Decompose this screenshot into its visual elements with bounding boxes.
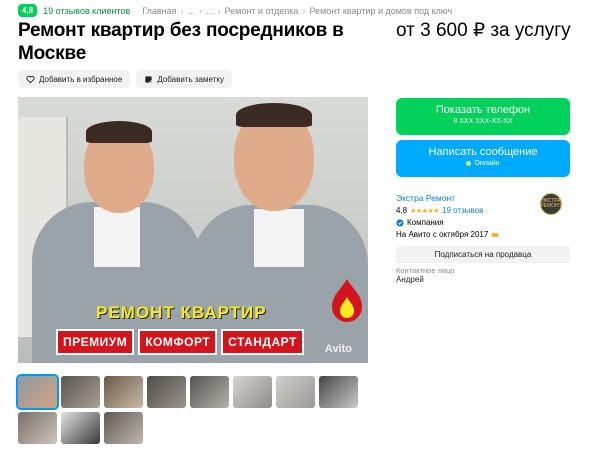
add-note-button[interactable]: Добавить заметку: [136, 70, 232, 88]
seller-info: Экстра Ремонт 4,8 ★★★★★ 19 отзывов Компа…: [396, 193, 570, 239]
contact-person-name: Андрей: [396, 275, 424, 284]
main-photo[interactable]: РЕМОНТ КВАРТИР ПРЕМИУМ КОМФОРТ СТАНДАРТ …: [18, 97, 368, 363]
note-icon: [145, 75, 153, 83]
listing-price: от 3 600 ₽ за услугу: [396, 20, 571, 41]
thumbnail[interactable]: [18, 412, 57, 444]
listing-title: Ремонт квартир без посредников в Москве: [18, 20, 344, 64]
photo-caption: РЕМОНТ КВАРТИР: [96, 303, 267, 322]
write-message-label: Написать сообщение: [428, 146, 538, 158]
heart-icon: [26, 75, 35, 83]
breadcrumb-separator: ›: [302, 5, 306, 16]
thumbnail[interactable]: [104, 376, 143, 408]
write-message-button[interactable]: Написать сообщение Онлайн: [396, 140, 570, 177]
phone-mask: 8 XXX XXX-XX-XX: [453, 118, 513, 125]
photo-chips: ПРЕМИУМ КОМФОРТ СТАНДАРТ: [56, 329, 304, 355]
breadcrumb-ellipsis[interactable]: ...: [188, 6, 196, 16]
breadcrumb-ellipsis[interactable]: ...: [206, 6, 214, 16]
seller-type-label: Компания: [407, 218, 444, 227]
subscribe-seller-button[interactable]: Подписаться на продавца: [396, 246, 570, 263]
rating-badge: 4,8: [18, 4, 38, 17]
online-dot-icon: [466, 161, 472, 166]
breadcrumb-home[interactable]: Главная: [142, 6, 176, 16]
top-info-line: 4,8 19 отзывов клиентов Главная › ... › …: [18, 4, 452, 17]
breadcrumb-separator: ›: [199, 5, 203, 16]
add-note-label: Добавить заметку: [157, 74, 224, 84]
breadcrumb-renovation[interactable]: Ремонт и отделка: [225, 6, 299, 16]
reviews-link[interactable]: 19 отзывов клиентов: [43, 6, 130, 16]
seller-type: Компания: [396, 218, 570, 227]
chip-comfort: КОМФОРТ: [138, 329, 218, 355]
photo-person-left: [32, 107, 202, 363]
breadcrumb-separator: ›: [180, 5, 184, 16]
seller-rating-value: 4,8: [396, 206, 408, 215]
thumbnail[interactable]: [104, 412, 143, 444]
chip-premium: ПРЕМИУМ: [56, 329, 135, 355]
breadcrumb: Главная › ... › ... › Ремонт и отделка ›…: [142, 6, 452, 16]
seller-since: На Авито с октября 2017: [396, 230, 570, 239]
add-to-favorites-label: Добавить в избранное: [39, 74, 123, 84]
thumbnail[interactable]: [61, 376, 100, 408]
thumbnail[interactable]: [147, 376, 186, 408]
breadcrumb-turnkey[interactable]: Ремонт квартир и домов под ключ: [309, 6, 452, 16]
chip-standard: СТАНДАРТ: [221, 329, 304, 355]
thumbnail[interactable]: [190, 376, 229, 408]
star-rating-icon: ★★★★★: [410, 207, 440, 215]
thumbnail[interactable]: [16, 374, 59, 410]
thumbnail[interactable]: [61, 412, 100, 444]
seller-since-label: На Авито с октября 2017: [396, 230, 489, 239]
contact-person-label: Контактное лицо: [396, 266, 455, 275]
thumbnail[interactable]: [276, 376, 315, 408]
seller-reviews-link[interactable]: 19 отзывов: [442, 206, 483, 215]
add-to-favorites-button[interactable]: Добавить в избранное: [18, 70, 131, 88]
seller-avatar[interactable]: ЭКСТРА РЕМОНТ: [540, 193, 562, 215]
company-emblem-icon: [332, 279, 362, 322]
verified-icon: [396, 218, 404, 227]
thumbnail[interactable]: [319, 376, 358, 408]
listing-actions: Добавить в избранное Добавить заметку: [18, 70, 232, 88]
thumbnail-strip: [16, 374, 368, 444]
show-phone-button[interactable]: Показать телефон 8 XXX XXX-XX-XX: [396, 98, 570, 135]
online-status: Онлайн: [474, 160, 500, 167]
thumbnail[interactable]: [233, 376, 272, 408]
handshake-icon: [491, 232, 499, 237]
avito-watermark: Avito: [324, 343, 352, 355]
show-phone-label: Показать телефон: [435, 104, 531, 116]
breadcrumb-separator: ›: [217, 5, 221, 16]
